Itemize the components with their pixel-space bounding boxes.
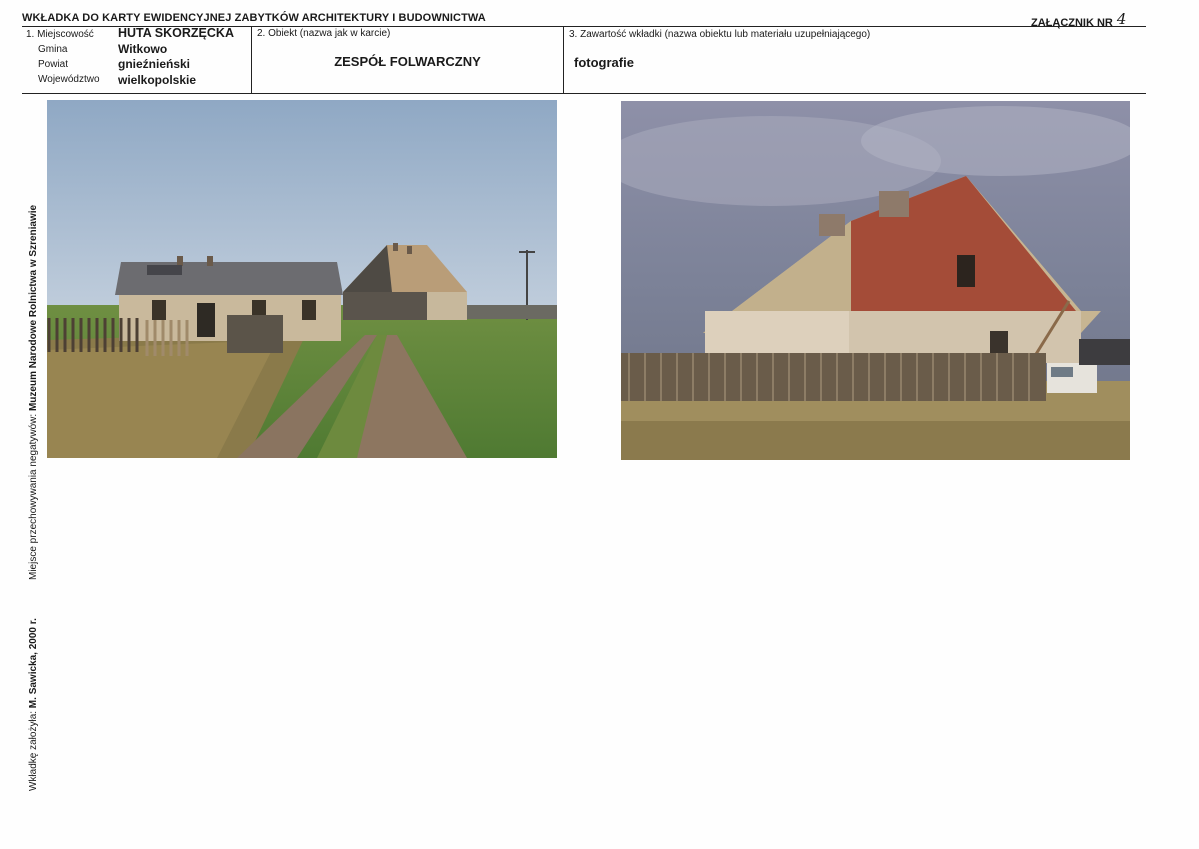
annex-label-text: ZAŁĄCZNIK NR bbox=[1031, 17, 1113, 29]
label-district: Powiat bbox=[38, 59, 69, 70]
document-sheet: WKŁADKA DO KARTY EWIDENCYJNEJ ZABYTKÓW A… bbox=[0, 0, 1199, 849]
author-label: Wkładkę założyła: bbox=[28, 710, 39, 791]
contents-label: 3. Zawartość wkładki (nazwa obiektu lub … bbox=[569, 29, 871, 40]
value-district: gnieźnieński bbox=[118, 57, 191, 71]
location-labels: 1. Miejscowość Gmina Powiat Województwo bbox=[26, 27, 116, 87]
photo-brick-house bbox=[621, 101, 1130, 460]
location-values: HUTA SKORZĘCKA Witkowo gnieźnieński wiel… bbox=[118, 26, 250, 88]
object-label: 2. Obiekt (nazwa jak w karcie) bbox=[257, 28, 391, 39]
object-value: ZESPÓŁ FOLWARCZNY bbox=[334, 54, 481, 69]
contents-value: fotografie bbox=[574, 55, 634, 70]
column-divider-2 bbox=[563, 26, 564, 94]
header-rule-bottom bbox=[22, 93, 1146, 94]
annex-label: ZAŁĄCZNIK NR 4 bbox=[1031, 10, 1126, 30]
negatives-storage-note: Miejsce przechowywania negatywów: Muzeum… bbox=[28, 205, 39, 580]
negatives-label: Miejsce przechowywania negatywów: bbox=[28, 413, 39, 580]
value-voivodeship: wielkopolskie bbox=[118, 72, 197, 87]
photo-farmstead-road bbox=[47, 100, 557, 458]
document-title: WKŁADKA DO KARTY EWIDENCYJNEJ ZABYTKÓW A… bbox=[22, 12, 486, 24]
author-value: M. Sawicka, 2000 r. bbox=[28, 618, 39, 709]
value-locality: HUTA SKORZĘCKA bbox=[118, 26, 234, 40]
value-commune: Witkowo bbox=[118, 41, 168, 56]
label-voivodeship: Województwo bbox=[38, 74, 100, 85]
label-locality: 1. Miejscowość bbox=[26, 29, 94, 40]
negatives-value: Muzeum Narodowe Rolnictwa w Szreniawie bbox=[28, 204, 39, 412]
author-note: Wkładkę założyła: M. Sawicka, 2000 r. bbox=[28, 618, 39, 791]
label-commune: Gmina bbox=[38, 44, 68, 55]
